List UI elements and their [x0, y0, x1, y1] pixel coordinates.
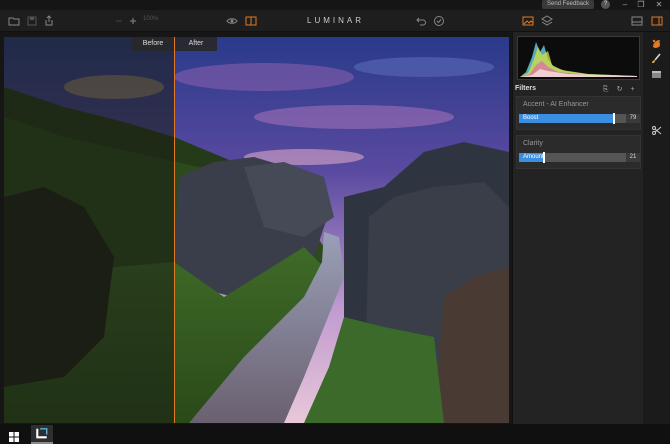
tool-strip — [643, 32, 670, 424]
compare-divider[interactable] — [174, 37, 175, 423]
panel-right-icon[interactable] — [651, 15, 663, 27]
luminar-app-icon[interactable] — [31, 425, 53, 444]
send-feedback-button[interactable]: Send Feedback — [542, 0, 594, 9]
open-folder-icon[interactable] — [8, 15, 20, 27]
photo[interactable]: Before After — [4, 37, 509, 423]
brush-icon[interactable] — [651, 53, 662, 64]
panel-bottom-icon[interactable] — [631, 15, 643, 27]
filter-name: Clarity — [523, 140, 543, 147]
filter-card-clarity[interactable]: Clarity Amount 21 — [516, 135, 641, 169]
refresh-icon[interactable]: ↻ — [615, 85, 624, 94]
restore-button[interactable]: ❐ — [634, 0, 648, 10]
layers-icon[interactable] — [541, 15, 553, 27]
histogram — [517, 36, 640, 80]
slider-value[interactable]: 21 — [626, 153, 640, 162]
slider-handle[interactable] — [613, 113, 615, 124]
filters-header: Filters ⎘ ↻ + — [513, 84, 644, 96]
zoom-in-icon[interactable] — [127, 15, 139, 27]
toolbar: 100% LUMINAR — [0, 10, 670, 32]
title-bar: Send Feedback ? – ❐ ✕ — [0, 0, 670, 10]
windows-start-icon[interactable] — [9, 429, 19, 442]
app-brand: LUMINAR — [307, 16, 365, 25]
help-icon[interactable]: ? — [601, 0, 610, 9]
compare-icon[interactable] — [245, 15, 257, 27]
slider-label: Amount — [523, 154, 544, 160]
amount-slider[interactable]: Amount 21 — [519, 152, 640, 163]
image-canvas: Before After — [0, 32, 512, 424]
slider-label: Boost — [523, 115, 539, 121]
before-overlay — [4, 37, 174, 423]
close-button[interactable]: ✕ — [652, 0, 666, 10]
image-icon[interactable] — [522, 15, 534, 27]
crop-icon[interactable] — [651, 125, 662, 136]
filters-title: Filters — [515, 85, 537, 92]
zoom-out-icon[interactable] — [113, 15, 125, 27]
undo-icon[interactable] — [415, 15, 427, 27]
history-icon[interactable] — [433, 15, 445, 27]
save-icon[interactable] — [26, 15, 38, 27]
zoom-level: 100% — [143, 16, 159, 22]
taskbar — [0, 424, 670, 444]
eye-icon[interactable] — [226, 15, 238, 27]
slider-value[interactable]: 79 — [626, 114, 640, 123]
boost-slider[interactable]: Boost 79 — [519, 113, 640, 124]
filter-name: Accent - AI Enhancer — [523, 101, 589, 108]
after-label: After — [175, 37, 217, 51]
before-label: Before — [132, 37, 174, 51]
filter-card-accent-ai[interactable]: Accent - AI Enhancer Boost 79 — [516, 96, 641, 130]
share-icon[interactable] — [43, 15, 55, 27]
luminar-app: Send Feedback ? – ❐ ✕ 100% LUMINAR Befor… — [0, 0, 670, 444]
minimize-button[interactable]: – — [618, 0, 632, 10]
panel-icon[interactable] — [651, 69, 662, 80]
save-preset-icon[interactable]: ⎘ — [601, 85, 610, 94]
filters-panel: Filters ⎘ ↻ + Accent - AI Enhancer Boost… — [512, 32, 643, 424]
presets-icon[interactable] — [651, 38, 662, 49]
add-filter-icon[interactable]: + — [628, 85, 637, 94]
